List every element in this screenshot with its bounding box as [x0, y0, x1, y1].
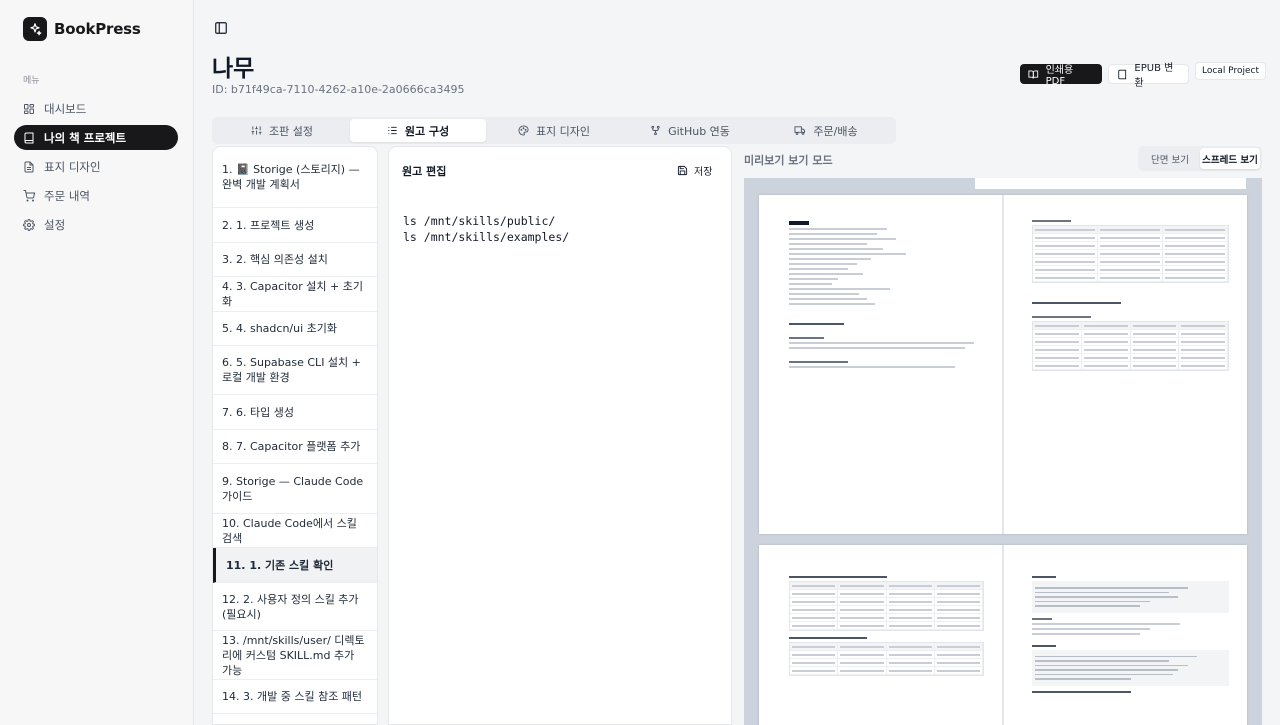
- git-branch-icon: [651, 125, 660, 136]
- dashboard-icon: [24, 103, 34, 114]
- chapter-item[interactable]: 6. 5. Supabase CLI 설치 + 로컬 개발 환경: [213, 346, 377, 395]
- brand-name: BookPress: [54, 20, 141, 38]
- sidebar: BookPress 메뉴 대시보드 나의 책 프로젝트 표지 디자인 주문 내역…: [0, 0, 194, 725]
- tab-cover-design[interactable]: 표지 디자인: [486, 119, 622, 142]
- gear-icon: [23, 218, 35, 231]
- view-mode-toggle: 단면 보기 스프레드 보기: [1138, 146, 1262, 171]
- project-tabs: 조판 설정 원고 구성 표지 디자인 GitHub 연동 주문/배송: [212, 117, 896, 144]
- sidebar-item-cover-design[interactable]: 표지 디자인: [14, 154, 178, 179]
- editor-textarea[interactable]: ls /mnt/skills/public/ ls /mnt/skills/ex…: [403, 213, 569, 245]
- page-title: 나무: [212, 56, 255, 82]
- sparkle-logo-icon: [23, 17, 47, 41]
- chapter-item[interactable]: 13. /mnt/skills/user/ 디렉토리에 커스텀 SKILL.md…: [213, 631, 377, 680]
- chapter-item[interactable]: 7. 6. 타입 생성: [213, 395, 377, 430]
- sidebar-item-settings[interactable]: 설정: [14, 212, 178, 237]
- tab-label: 주문/배송: [813, 124, 858, 138]
- page-left: [759, 545, 1002, 725]
- save-label: 저장: [694, 167, 713, 178]
- brand[interactable]: BookPress: [23, 17, 141, 41]
- previous-page-edge: [975, 178, 1246, 189]
- spread-view-button[interactable]: 스프레드 보기: [1200, 148, 1260, 169]
- sidebar-item-my-book-projects[interactable]: 나의 책 프로젝트: [14, 125, 178, 150]
- chapter-item[interactable]: 9. Storige — Claude Code 가이드: [213, 464, 377, 514]
- sidebar-item-dashboard[interactable]: 대시보드: [14, 96, 178, 121]
- page-left: [759, 195, 1002, 534]
- tab-orders-shipping[interactable]: 주문/배송: [758, 119, 894, 142]
- save-button[interactable]: 저장: [677, 163, 712, 178]
- chapter-item[interactable]: 4. 3. Capacitor 설치 + 초기화: [213, 277, 377, 312]
- book-icon: [1118, 69, 1127, 79]
- manuscript-editor: 원고 편집 저장 ls /mnt/skills/public/ ls /mnt/…: [388, 146, 732, 725]
- editor-title: 원고 편집: [402, 165, 447, 178]
- tab-label: 표지 디자인: [535, 124, 591, 138]
- cart-icon: [23, 189, 35, 201]
- sidebar-item-label: 설정: [44, 217, 66, 232]
- epub-convert-label: EPUB 변환: [1134, 63, 1174, 89]
- chapter-item-active[interactable]: 11. 1. 기존 스킬 확인: [213, 548, 377, 583]
- book-preview[interactable]: [744, 178, 1262, 725]
- preview-mode-label: 미리보기 보기 모드: [744, 154, 833, 167]
- project-id: ID: b71f49ca-7110-4262-a10e-2a0666ca3495: [212, 83, 465, 96]
- sidebar-nav: 대시보드 나의 책 프로젝트 표지 디자인 주문 내역 설정: [14, 96, 178, 241]
- panel-left-icon: [215, 22, 227, 34]
- chapter-item[interactable]: 2. 1. 프로젝트 생성: [213, 208, 377, 243]
- print-pdf-label: 인쇄용 PDF: [1045, 65, 1074, 87]
- single-view-button[interactable]: 단면 보기: [1140, 148, 1200, 169]
- tab-label: GitHub 연동: [668, 124, 730, 138]
- chapter-item[interactable]: 3. 2. 핵심 의존성 설치: [213, 243, 377, 277]
- chapter-item[interactable]: 14. 3. 개발 중 스킬 참조 패턴: [213, 680, 377, 714]
- page-spread: [759, 195, 1247, 534]
- local-project-badge: Local Project: [1195, 62, 1266, 80]
- sidebar-item-orders[interactable]: 주문 내역: [14, 183, 178, 208]
- chapter-item[interactable]: 8. 7. Capacitor 플랫폼 추가: [213, 430, 377, 464]
- truck-icon: [794, 126, 806, 135]
- sliders-icon: [251, 126, 262, 135]
- print-pdf-button[interactable]: 인쇄용 PDF: [1020, 64, 1102, 87]
- chapter-item[interactable]: 12. 2. 사용자 정의 스킬 추가 (필요시): [213, 583, 377, 631]
- sidebar-item-label: 주문 내역: [44, 188, 90, 203]
- chapter-item[interactable]: 10. Claude Code에서 스킬 검색: [213, 514, 377, 548]
- tab-label: 조판 설정: [269, 124, 313, 138]
- page-right: [1004, 545, 1247, 725]
- chapter-list: 1. 📓 Storige (스토리지) — 완벽 개발 계획서 2. 1. 프로…: [212, 146, 378, 725]
- page-spread: [759, 545, 1247, 725]
- chapter-item[interactable]: 1. 📓 Storige (스토리지) — 완벽 개발 계획서: [213, 147, 377, 208]
- sidebar-item-label: 나의 책 프로젝트: [44, 130, 127, 145]
- sidebar-toggle-button[interactable]: [214, 20, 232, 38]
- menu-section-label: 메뉴: [23, 76, 40, 86]
- tab-label: 원고 구성: [404, 124, 450, 138]
- tab-layout-settings[interactable]: 조판 설정: [214, 119, 350, 142]
- tab-manuscript[interactable]: 원고 구성: [350, 119, 486, 142]
- palette-icon: [518, 125, 529, 136]
- page-right: [1004, 195, 1247, 534]
- sidebar-item-label: 대시보드: [44, 101, 87, 116]
- list-icon: [388, 126, 397, 135]
- chapter-item[interactable]: 5. 4. shadcn/ui 초기화: [213, 312, 377, 346]
- book-open-icon: [1028, 70, 1039, 79]
- save-icon: [677, 165, 688, 176]
- sidebar-item-label: 표지 디자인: [44, 159, 101, 174]
- tab-github[interactable]: GitHub 연동: [622, 119, 758, 142]
- epub-convert-button[interactable]: EPUB 변환: [1108, 63, 1189, 89]
- book-icon: [24, 132, 34, 143]
- file-icon: [24, 161, 34, 172]
